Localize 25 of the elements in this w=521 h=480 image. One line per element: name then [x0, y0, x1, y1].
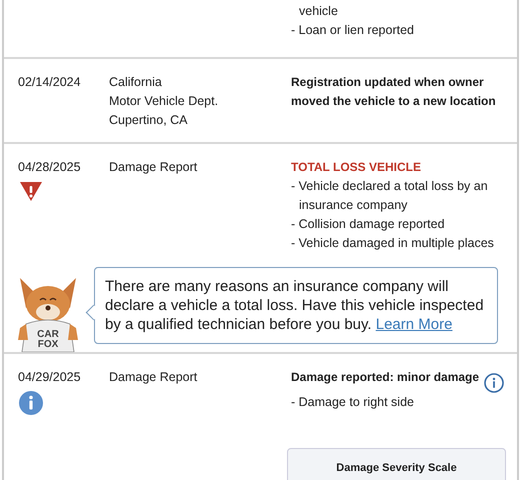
callout-text: There are many reasons an insurance company will declare a vehicle a total loss. Have this vehicle inspected by a qualified technician before you buy. Learn More [94, 267, 498, 344]
source-text: Damage Report [109, 159, 198, 176]
record-headline: TOTAL LOSS VEHICLE [291, 160, 422, 174]
detail-text: - Damage to right side [291, 394, 415, 411]
info-icon [19, 391, 43, 415]
record-headline: Damage reported: minor damage [291, 370, 480, 384]
detail-text: vehicle [298, 3, 339, 20]
info-icon [484, 372, 504, 393]
severity-scale-panel: Damage Severity Scale [287, 448, 506, 480]
detail-text: - Collision damage reported [291, 216, 446, 233]
learn-more-link[interactable]: Learn More [376, 316, 452, 333]
detail-text: - Vehicle damaged in multiple places [291, 235, 495, 252]
info-button[interactable] [484, 372, 504, 393]
source-text: Damage Report [109, 369, 198, 386]
source-text: California [109, 74, 163, 91]
date-text: 04/29/2025 [18, 369, 82, 386]
date-text: 04/28/2025 [18, 159, 82, 176]
fox-mascot-drawing: CAR FOX [16, 268, 80, 352]
detail-text: - Loan or lien reported [291, 22, 415, 39]
detail-text: - Vehicle declared a total loss by an insurance company [291, 178, 489, 214]
date-text: 02/14/2024 [18, 74, 82, 91]
warning-icon [19, 181, 43, 202]
source-text: Motor Vehicle Dept. [109, 93, 220, 110]
record-headline: Registration updated when owner moved the vehicle to a new location [291, 75, 496, 108]
source-text: Cupertino, CA [109, 112, 189, 129]
